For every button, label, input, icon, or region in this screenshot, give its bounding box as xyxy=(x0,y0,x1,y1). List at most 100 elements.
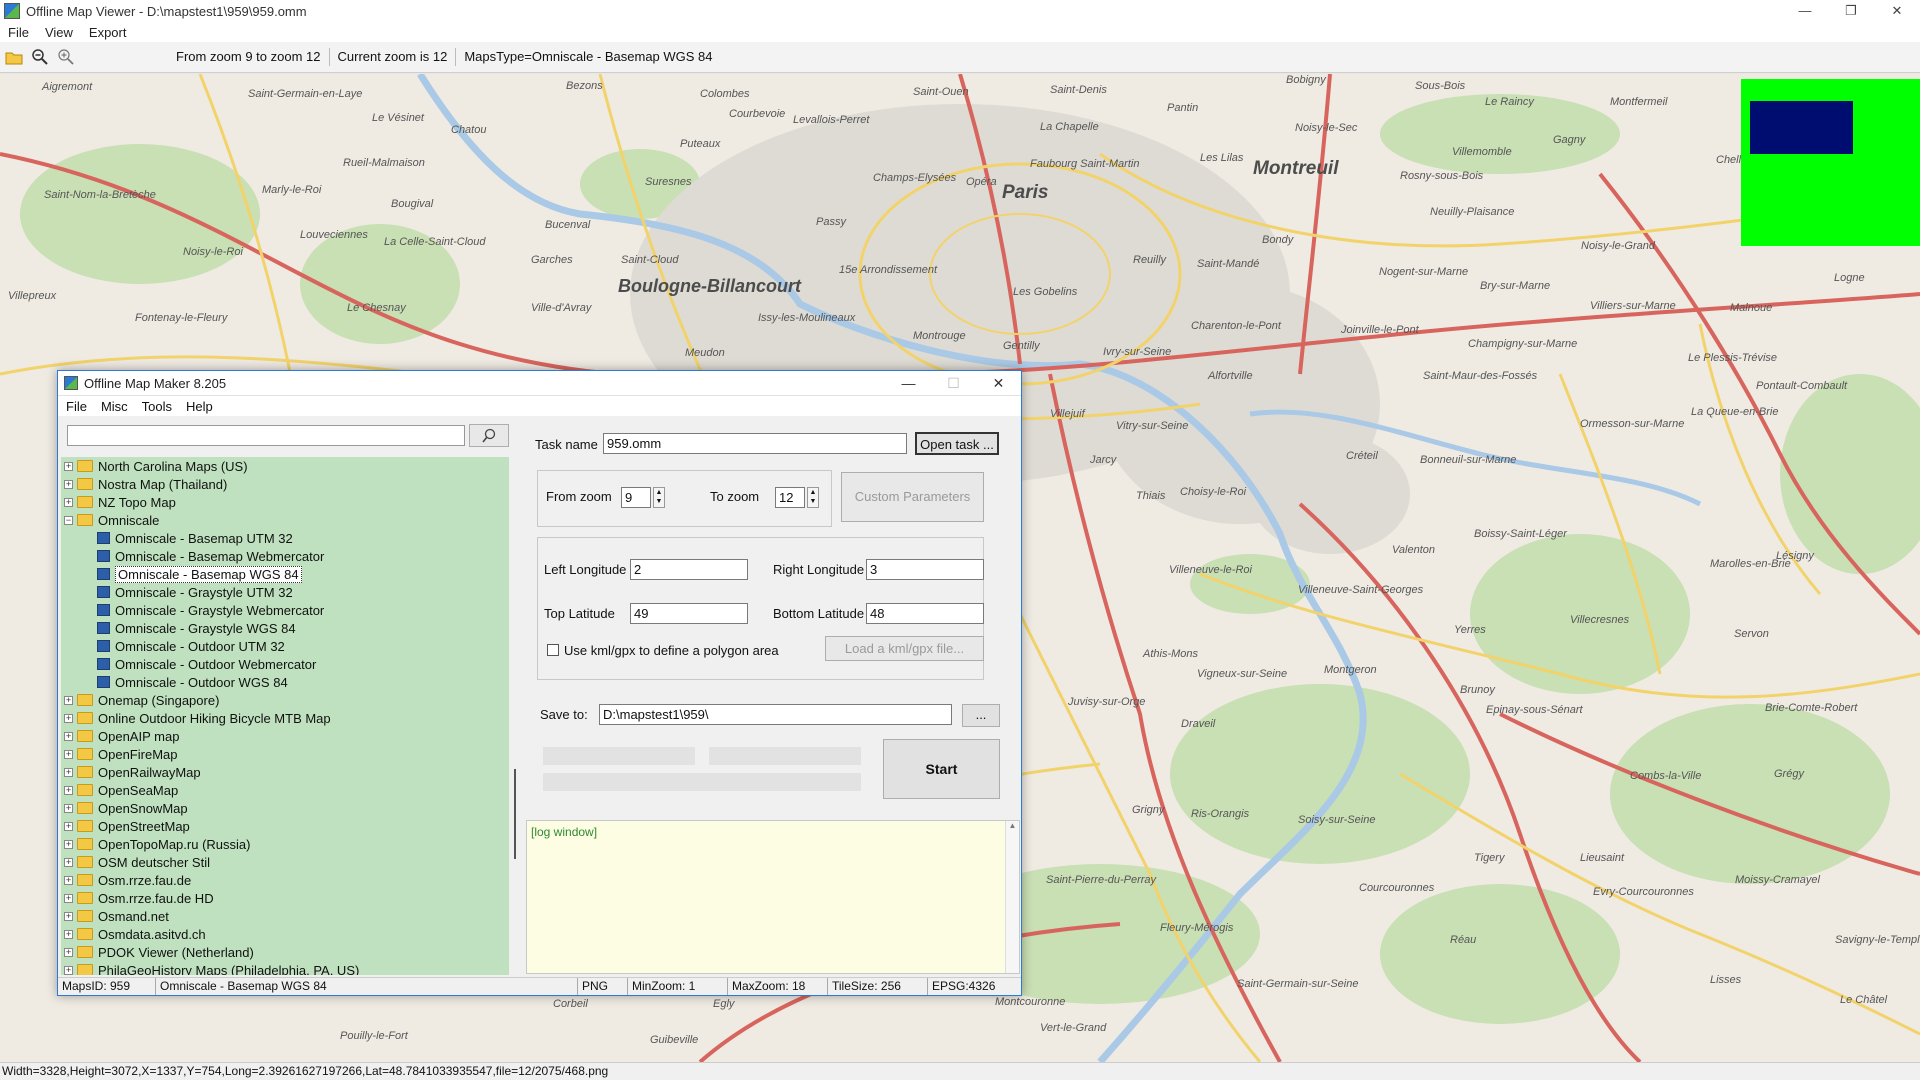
tree-map-item[interactable]: Omniscale - Basemap UTM 32 xyxy=(61,529,509,547)
map-label: Villemomble xyxy=(1452,146,1512,158)
expand-icon[interactable]: + xyxy=(64,929,73,939)
save-to-input[interactable]: D:\mapstest1\959\ xyxy=(599,704,952,725)
expand-icon[interactable]: + xyxy=(64,803,73,813)
map-icon xyxy=(97,532,110,544)
minimap-viewport[interactable] xyxy=(1750,101,1853,154)
tree-folder-item[interactable]: + OpenTopoMap.ru (Russia) xyxy=(61,835,509,853)
dialog-menu-help[interactable]: Help xyxy=(178,399,219,414)
expand-icon[interactable]: + xyxy=(64,497,73,507)
tree-map-item[interactable]: Omniscale - Outdoor UTM 32 xyxy=(61,637,509,655)
menu-export[interactable]: Export xyxy=(81,25,135,40)
maximize-button[interactable]: ❐ xyxy=(1828,0,1874,22)
zoom-in-icon[interactable] xyxy=(54,45,78,69)
to-zoom-spinner[interactable]: ▲ ▼ xyxy=(807,487,819,508)
tree-folder-item[interactable]: + North Carolina Maps (US) xyxy=(61,457,509,475)
tree-folder-item[interactable]: + Osm.rrze.fau.de HD xyxy=(61,889,509,907)
map-label: Montfermeil xyxy=(1610,96,1668,108)
tree-folder-item[interactable]: + OSM deutscher Stil xyxy=(61,853,509,871)
tree-folder-item[interactable]: + OpenStreetMap xyxy=(61,817,509,835)
dialog-menu-misc[interactable]: Misc xyxy=(93,399,134,414)
log-scrollbar[interactable]: ▲ xyxy=(1005,821,1019,973)
expand-icon[interactable]: + xyxy=(64,785,73,795)
bottom-latitude-input[interactable]: 48 xyxy=(866,603,984,624)
menu-view[interactable]: View xyxy=(37,25,81,40)
to-zoom-input[interactable]: 12 xyxy=(775,487,805,508)
tree-folder-item[interactable]: + OpenSnowMap xyxy=(61,799,509,817)
tree-folder-item[interactable]: + Osm.rrze.fau.de xyxy=(61,871,509,889)
expand-icon[interactable]: + xyxy=(64,857,73,867)
tree-folder-item[interactable]: + OpenSeaMap xyxy=(61,781,509,799)
zoom-out-icon[interactable] xyxy=(28,45,52,69)
collapse-icon[interactable]: − xyxy=(64,515,73,525)
tree-map-item[interactable]: Omniscale - Basemap WGS 84 xyxy=(61,565,509,583)
expand-icon[interactable]: + xyxy=(64,461,73,471)
close-button[interactable]: ✕ xyxy=(1874,0,1920,22)
tree-folder-item[interactable]: + OpenAIP map xyxy=(61,727,509,745)
tree-map-item[interactable]: Omniscale - Graystyle Webmercator xyxy=(61,601,509,619)
tree-map-item[interactable]: Omniscale - Outdoor WGS 84 xyxy=(61,673,509,691)
tree-map-item[interactable]: Omniscale - Graystyle WGS 84 xyxy=(61,619,509,637)
map-label: Logne xyxy=(1834,272,1865,284)
expand-icon[interactable]: + xyxy=(64,893,73,903)
expand-icon[interactable]: + xyxy=(64,911,73,921)
tree-map-item[interactable]: Omniscale - Graystyle UTM 32 xyxy=(61,583,509,601)
right-longitude-input[interactable]: 3 xyxy=(866,559,984,580)
tree-folder-item[interactable]: + OpenFireMap xyxy=(61,745,509,763)
open-task-button[interactable]: Open task ... xyxy=(915,432,999,455)
minimap[interactable] xyxy=(1741,79,1920,246)
minimize-button[interactable]: — xyxy=(1782,0,1828,22)
tree-folder-item[interactable]: + OpenRailwayMap xyxy=(61,763,509,781)
maps-tree[interactable]: + North Carolina Maps (US) + Nostra Map (Th… xyxy=(61,457,509,975)
log-window[interactable]: [log window] ▲ xyxy=(526,820,1020,974)
map-label: Saint-Pierre-du-Perray xyxy=(1046,874,1157,886)
tree-item-label: OpenStreetMap xyxy=(98,818,190,834)
tree-folder-item[interactable]: − Omniscale xyxy=(61,511,509,529)
tree-folder-item[interactable]: + Osmand.net xyxy=(61,907,509,925)
from-zoom-spinner[interactable]: ▲ ▼ xyxy=(653,487,665,508)
expand-icon[interactable]: + xyxy=(64,731,73,741)
expand-icon[interactable]: + xyxy=(64,767,73,777)
expand-icon[interactable]: + xyxy=(64,479,73,489)
tree-folder-item[interactable]: + Onemap (Singapore) xyxy=(61,691,509,709)
open-folder-icon[interactable] xyxy=(2,45,26,69)
scroll-thumb[interactable] xyxy=(514,769,516,859)
tree-item-label: OpenSeaMap xyxy=(98,782,179,798)
dialog-close-button[interactable]: ✕ xyxy=(976,371,1021,396)
map-label: Bucenval xyxy=(545,219,591,231)
dialog-menu-tools[interactable]: Tools xyxy=(134,399,178,414)
top-latitude-input[interactable]: 49 xyxy=(630,603,748,624)
expand-icon[interactable]: + xyxy=(64,839,73,849)
expand-icon[interactable]: + xyxy=(64,749,73,759)
browse-button[interactable]: ... xyxy=(962,704,1000,727)
expand-icon[interactable]: + xyxy=(64,695,73,705)
dialog-minimize-button[interactable]: — xyxy=(886,371,931,396)
tree-folder-item[interactable]: + Nostra Map (Thailand) xyxy=(61,475,509,493)
tree-item-label: Omniscale - Basemap UTM 32 xyxy=(115,530,293,546)
map-label: Meudon xyxy=(685,347,725,359)
tree-map-item[interactable]: Omniscale - Basemap Webmercator xyxy=(61,547,509,565)
expand-icon[interactable]: + xyxy=(64,947,73,957)
tree-folder-item[interactable]: + PhilaGeoHistory Maps (Philadelphia, PA,… xyxy=(61,961,509,975)
expand-icon[interactable]: + xyxy=(64,713,73,723)
task-name-input[interactable]: 959.omm xyxy=(603,433,907,454)
map-label: Bougival xyxy=(391,198,434,210)
tree-item-label: OSM deutscher Stil xyxy=(98,854,210,870)
kml-checkbox[interactable] xyxy=(547,644,559,656)
expand-icon[interactable]: + xyxy=(64,821,73,831)
menu-file[interactable]: File xyxy=(0,25,37,40)
dialog-menu-file[interactable]: File xyxy=(58,399,93,414)
map-label: Rosny-sous-Bois xyxy=(1400,170,1484,182)
tree-folder-item[interactable]: + NZ Topo Map xyxy=(61,493,509,511)
map-search-input[interactable] xyxy=(67,425,465,446)
tree-folder-item[interactable]: + Online Outdoor Hiking Bicycle MTB Map xyxy=(61,709,509,727)
from-zoom-input[interactable]: 9 xyxy=(621,487,651,508)
tree-folder-item[interactable]: + Osmdata.asitvd.ch xyxy=(61,925,509,943)
start-button[interactable]: Start xyxy=(883,739,1000,799)
tree-scrollbar[interactable] xyxy=(511,457,519,975)
tree-map-item[interactable]: Omniscale - Outdoor Webmercator xyxy=(61,655,509,673)
expand-icon[interactable]: + xyxy=(64,965,73,975)
search-button[interactable] xyxy=(469,424,509,447)
expand-icon[interactable]: + xyxy=(64,875,73,885)
left-longitude-input[interactable]: 2 xyxy=(630,559,748,580)
tree-folder-item[interactable]: + PDOK Viewer (Netherland) xyxy=(61,943,509,961)
